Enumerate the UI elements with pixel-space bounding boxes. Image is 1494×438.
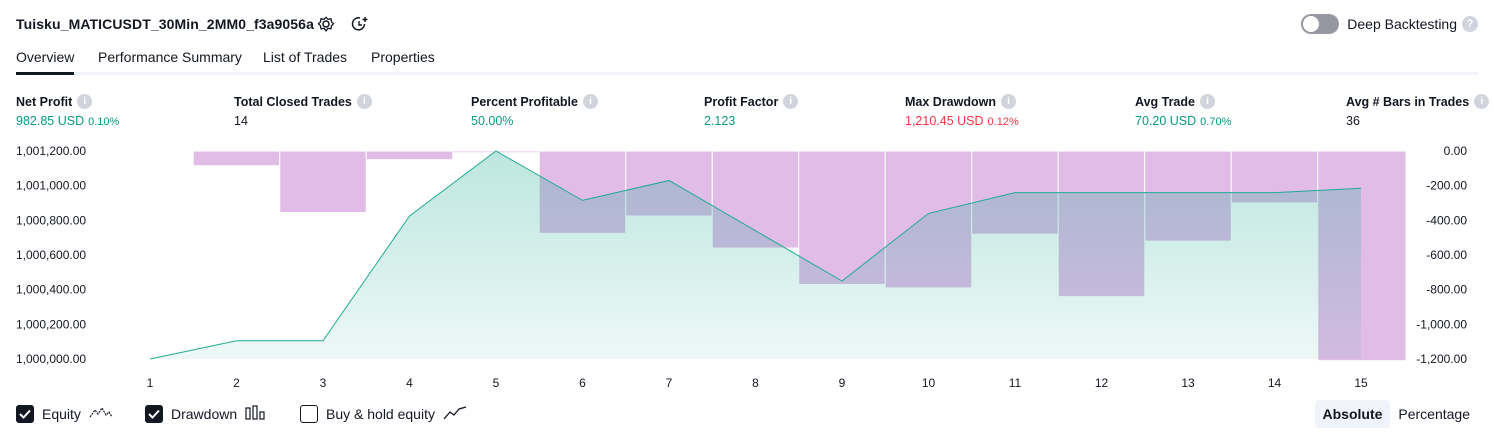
drawdown-checkbox[interactable] [145, 405, 163, 423]
metric-value: 2.123 [704, 114, 736, 128]
absolute-button[interactable]: Absolute [1314, 400, 1391, 428]
equity-label: Equity [42, 406, 81, 422]
metric-net-profit: Net Profit i 982.85 USD 0.10% [16, 94, 119, 128]
left-axis-tick-label: 1,001,200.00 [16, 144, 86, 158]
left-axis: 1,001,200.00 1,001,000.00 1,000,800.00 1,00… [16, 144, 86, 366]
right-axis-tick-label: -200.00 [1426, 179, 1467, 193]
left-axis-tick-label: 1,000,800.00 [16, 213, 86, 227]
info-icon[interactable]: i [1199, 94, 1215, 109]
right-axis-tick-label: -400.00 [1426, 213, 1467, 227]
buy-hold-label: Buy & hold equity [326, 406, 435, 422]
metric-label: Percent Profitable [471, 94, 578, 109]
metric-percent: 0.10% [88, 116, 120, 128]
tab-performance-summary[interactable]: Performance Summary [98, 49, 242, 75]
info-icon[interactable]: i [783, 94, 799, 109]
metric-label: Avg # Bars in Trades [1346, 94, 1470, 109]
x-axis-tick-label: 4 [406, 376, 413, 390]
equity-line-icon [89, 405, 113, 424]
x-axis-tick-label: 3 [320, 376, 327, 390]
drawdown-label: Drawdown [171, 406, 238, 422]
left-axis-tick-label: 1,000,400.00 [16, 283, 86, 297]
x-axis-tick-label: 10 [922, 376, 936, 390]
drawdown-bar [107, 150, 194, 153]
drawdown-bar [279, 150, 367, 214]
x-axis-tick-label: 7 [666, 376, 673, 390]
metric-avg-trade: Avg Trade i 70.20 USD 0.70% [1135, 94, 1231, 128]
left-axis-tick-label: 1,000,600.00 [16, 248, 86, 262]
right-axis-tick-label: 0.00 [1444, 144, 1468, 158]
metric-label: Total Closed Trades [234, 94, 352, 109]
deep-backtesting-toggle[interactable] [1301, 14, 1340, 34]
x-axis-tick-label: 14 [1268, 376, 1282, 390]
drawdown-bar [365, 150, 454, 161]
x-axis-tick-label: 6 [579, 376, 586, 390]
x-axis: 1 2 3 4 5 6 7 8 9 10 11 12 13 14 15 [147, 376, 1368, 390]
strategy-header: Tuisku_MATICUSDT_30Min_2MM0_f3a9056a Dee… [16, 12, 1478, 38]
info-icon[interactable]: i [77, 94, 93, 109]
scale-toggle: Absolute Percentage [1314, 400, 1479, 428]
deep-backtesting-label: Deep Backtesting [1347, 16, 1457, 32]
legend-buy-hold[interactable]: Buy & hold equity [300, 403, 467, 425]
metric-total-closed-trades: Total Closed Trades i 14 [234, 94, 372, 128]
right-axis-tick-label: -600.00 [1426, 248, 1467, 262]
metric-label: Max Drawdown [905, 94, 996, 109]
metric-label: Avg Trade [1135, 94, 1195, 109]
info-icon[interactable]: i [356, 94, 372, 109]
legend-drawdown[interactable]: Drawdown [145, 403, 267, 425]
x-axis-tick-label: 13 [1181, 376, 1195, 390]
metric-max-drawdown: Max Drawdown i 1,210.45 USD 0.12% [905, 94, 1019, 128]
tab-list-of-trades[interactable]: List of Trades [263, 49, 347, 75]
right-axis: 0.00 -200.00 -400.00 -600.00 -800.00 -1,000.0… [1416, 144, 1467, 366]
tab-bar: Overview Performance Summary List of Tra… [16, 46, 1478, 75]
right-axis-tick-label: -1,000.00 [1416, 317, 1467, 331]
metric-label: Net Profit [16, 94, 73, 109]
metric-value: 982.85 USD [16, 114, 85, 128]
deep-backtesting: Deep Backtesting ? [1301, 12, 1478, 36]
metric-value: 1,210.45 USD [905, 114, 984, 128]
metric-profit-factor: Profit Factor i 2.123 [704, 94, 799, 128]
metric-value: 14 [234, 114, 248, 128]
x-axis-tick-label: 8 [752, 376, 759, 390]
metric-percent: 0.70% [1200, 116, 1232, 128]
drawdown-bars-icon [245, 404, 267, 424]
metric-percent: 0.12% [987, 116, 1019, 128]
x-axis-tick-label: 11 [1009, 376, 1022, 390]
info-icon[interactable]: i [1001, 94, 1016, 109]
left-axis-tick-label: 1,001,000.00 [16, 179, 86, 193]
legend-equity[interactable]: Equity [16, 403, 113, 425]
buy-hold-checkbox[interactable] [300, 405, 318, 423]
x-axis-tick-label: 15 [1354, 376, 1368, 390]
settings-icon[interactable] [316, 14, 336, 34]
metric-value: 70.20 USD [1135, 114, 1197, 128]
tab-properties[interactable]: Properties [371, 49, 435, 75]
tab-overview[interactable]: Overview [16, 49, 75, 75]
metric-label: Profit Factor [704, 94, 779, 109]
metric-avg-bars-in-trades: Avg # Bars in Trades i 36 [1346, 94, 1490, 128]
metric-value: 50.00% [471, 114, 514, 128]
left-axis-tick-label: 1,000,000.00 [16, 352, 86, 366]
help-icon[interactable]: ? [1462, 16, 1478, 32]
strategy-title: Tuisku_MATICUSDT_30Min_2MM0_f3a9056a [16, 16, 314, 32]
drawdown-bar [192, 150, 281, 167]
info-icon[interactable]: i [582, 94, 598, 109]
x-axis-tick-label: 1 [147, 376, 154, 390]
x-axis-tick-label: 9 [839, 376, 846, 390]
right-axis-tick-label: -800.00 [1426, 283, 1467, 297]
percentage-button[interactable]: Percentage [1390, 400, 1478, 428]
add-to-chart-icon[interactable] [350, 14, 370, 34]
left-axis-tick-label: 1,000,200.00 [16, 317, 86, 331]
metric-value: 36 [1346, 114, 1360, 128]
metric-percent-profitable: Percent Profitable i 50.00% [471, 94, 598, 128]
equity-drawdown-chart: 1,001,200.00 1,001,000.00 1,000,800.00 1,00… [16, 144, 1467, 390]
buy-hold-line-icon [443, 405, 467, 424]
x-axis-tick-label: 2 [233, 376, 240, 390]
info-icon[interactable]: i [1474, 94, 1490, 109]
equity-checkbox[interactable] [16, 405, 34, 423]
x-axis-tick-label: 12 [1095, 376, 1109, 390]
x-axis-tick-label: 5 [493, 376, 500, 390]
right-axis-tick-label: -1,200.00 [1416, 352, 1467, 366]
